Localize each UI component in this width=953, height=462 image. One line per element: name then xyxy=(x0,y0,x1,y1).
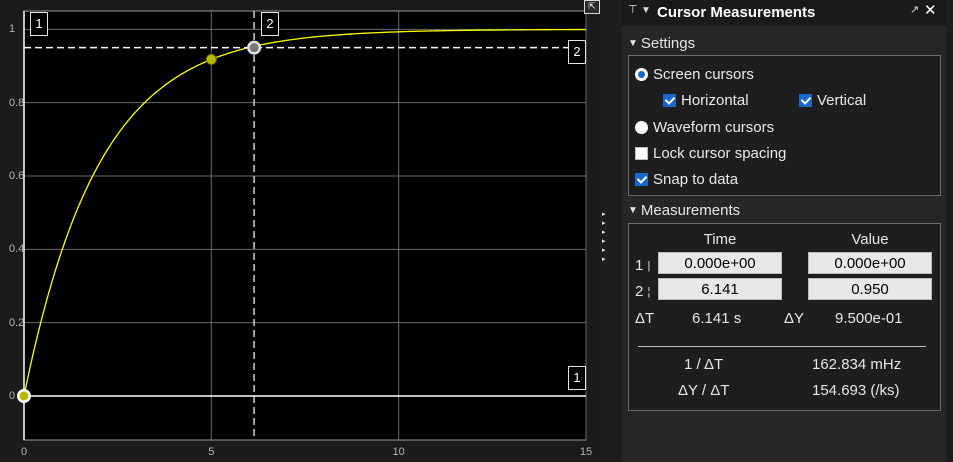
snap-to-data-label: Snap to data xyxy=(653,171,739,188)
collapse-triangle-icon: ▼ xyxy=(628,38,638,49)
inverse-delta-t-value: 162.834 mHz xyxy=(812,356,902,373)
horizontal-cursor-1-badge[interactable]: 1 xyxy=(568,366,586,390)
y-tick-label: 0.8 xyxy=(9,96,25,109)
snap-to-data-checkbox[interactable]: Snap to data xyxy=(635,171,738,188)
horizontal-cursor-2-badge[interactable]: 2 xyxy=(568,40,586,64)
screen-cursors-radio[interactable]: Screen cursors xyxy=(635,66,754,83)
screen-cursors-label: Screen cursors xyxy=(653,66,754,83)
settings-label: Settings xyxy=(640,35,696,52)
inverse-delta-t-label: 1 / ΔT xyxy=(684,356,724,373)
scope-display[interactable]: 0 5 10 15 0.2 0.4 0.6 0.8 1 0 1 2 2 1 ⇱ xyxy=(0,0,600,462)
checkbox-icon xyxy=(635,173,648,186)
cursor-2-row-label: 2 ¦ xyxy=(635,283,651,300)
time-column-header: Time xyxy=(703,231,737,248)
measurements-label: Measurements xyxy=(640,202,741,219)
y-tick-label: 0.4 xyxy=(9,243,25,256)
delta-y-value: 9.500e-01 xyxy=(835,310,903,327)
cursor-2-time-field[interactable]: 6.141 xyxy=(658,278,782,300)
checkbox-icon xyxy=(799,94,812,107)
cursor-measurements-panel: ⊤ ▼ Cursor Measurements ↗ ✕ ▼ Settings Sc… xyxy=(622,0,946,462)
value-column-header: Value xyxy=(851,231,889,248)
cursor-1-value-field[interactable]: 0.000e+00 xyxy=(808,252,932,274)
x-tick-label: 0 xyxy=(20,446,28,458)
delta-t-value: 6.141 s xyxy=(692,310,742,327)
x-tick-label: 5 xyxy=(208,446,215,458)
vertical-checkbox[interactable]: Vertical xyxy=(799,92,866,109)
panel-header: ⊤ ▼ Cursor Measurements ↗ ✕ xyxy=(622,0,946,26)
panel-title: Cursor Measurements xyxy=(657,4,816,21)
collapse-arrows-icon[interactable]: ▸ ▸ ▸ ▸ ▸ ▸ xyxy=(602,210,612,264)
y-tick-label: 1 xyxy=(9,23,16,36)
undock-plot-icon[interactable]: ⇱ xyxy=(584,0,600,14)
waveform-cursors-radio[interactable]: Waveform cursors xyxy=(635,119,774,136)
settings-section-header[interactable]: ▼ Settings xyxy=(628,35,695,52)
radio-button-icon xyxy=(635,68,648,81)
delta-t-label: ΔT xyxy=(635,310,655,327)
cursor-2-marker-inner xyxy=(249,43,259,53)
measurements-section-header[interactable]: ▼ Measurements xyxy=(628,202,740,219)
cursor-1-row-label: 1 | xyxy=(635,257,651,274)
plot-canvas[interactable] xyxy=(0,0,600,462)
x-tick-label: 10 xyxy=(392,446,405,458)
waveform-cursors-label: Waveform cursors xyxy=(653,119,775,136)
cursor-1-time-field[interactable]: 0.000e+00 xyxy=(658,252,782,274)
cursor-2-value-field[interactable]: 0.950 xyxy=(808,278,932,300)
horizontal-label: Horizontal xyxy=(681,92,749,109)
y-tick-label: 0.6 xyxy=(9,170,25,182)
horizontal-checkbox[interactable]: Horizontal xyxy=(663,92,749,109)
checkbox-icon xyxy=(635,147,648,160)
y-tick-label: 0.2 xyxy=(9,316,25,329)
vertical-label: Vertical xyxy=(817,92,867,109)
x-tick-label: 15 xyxy=(579,446,593,458)
menu-arrow-icon[interactable]: ▼ xyxy=(641,5,651,16)
undock-icon[interactable]: ↗ xyxy=(910,3,919,16)
checkbox-icon xyxy=(663,94,676,107)
close-icon[interactable]: ✕ xyxy=(924,1,937,19)
vertical-cursor-1-badge[interactable]: 1 xyxy=(30,12,48,36)
y-tick-label: 0 xyxy=(9,390,16,402)
slope-value: 154.693 (/ks) xyxy=(812,382,900,399)
lock-cursor-spacing-label: Lock cursor spacing xyxy=(653,145,787,162)
data-point-marker xyxy=(205,53,217,65)
cursor-1-marker-inner xyxy=(19,391,29,401)
measurements-separator xyxy=(638,346,926,347)
vertical-cursor-2-badge[interactable]: 2 xyxy=(261,12,279,36)
lock-cursor-spacing-checkbox[interactable]: Lock cursor spacing xyxy=(635,145,786,162)
radio-button-icon xyxy=(635,121,648,134)
plot-area xyxy=(23,10,587,441)
delta-y-label: ΔY xyxy=(784,310,805,327)
collapse-triangle-icon: ▼ xyxy=(628,205,638,216)
pin-icon[interactable]: ⊤ xyxy=(628,3,638,16)
slope-label: ΔY / ΔT xyxy=(678,382,730,399)
